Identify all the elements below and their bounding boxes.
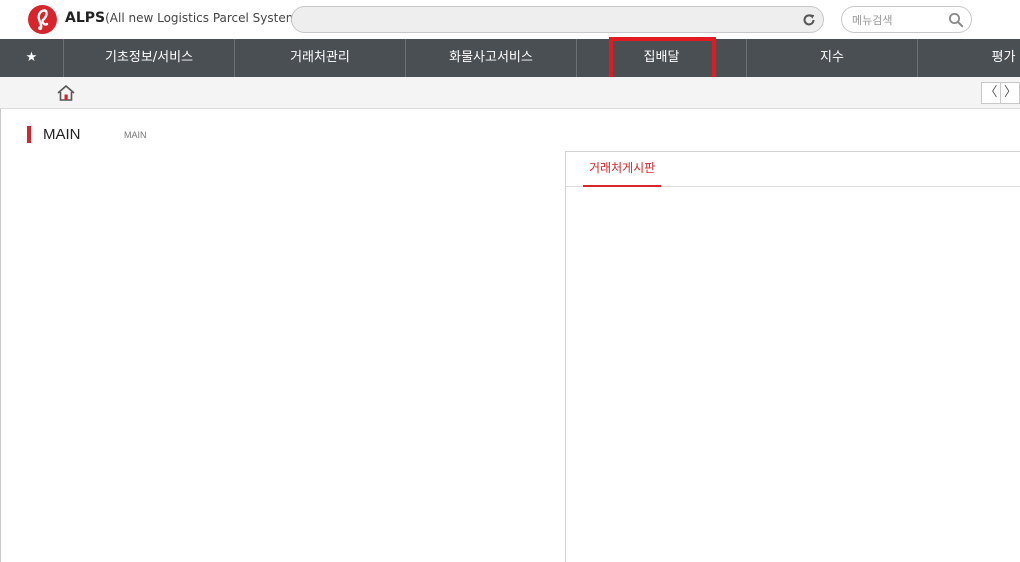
url-bar[interactable] bbox=[291, 6, 824, 33]
search-icon[interactable] bbox=[948, 12, 964, 28]
alps-logo-icon bbox=[28, 5, 57, 34]
next-tab-button[interactable]: 〉 bbox=[1001, 83, 1020, 103]
tab-pager: 〈 〉 bbox=[981, 82, 1020, 104]
refresh-icon[interactable] bbox=[801, 12, 817, 28]
brand-title: ALPS(All new Logistics Parcel System) bbox=[65, 10, 302, 26]
nav-favorites-star-icon[interactable]: ★ bbox=[0, 39, 64, 77]
nav-item-basic-info[interactable]: 기초정보/서비스 bbox=[64, 39, 235, 77]
brand-full: (All new Logistics Parcel System) bbox=[105, 11, 303, 25]
brand-short: ALPS bbox=[65, 10, 106, 26]
client-board-panel: 거래처게시판 bbox=[565, 151, 1020, 562]
menu-search[interactable] bbox=[841, 6, 972, 33]
main-nav: ★ 기초정보/서비스 거래처관리 화물사고서비스 집배달 지수 평가 bbox=[0, 39, 1020, 77]
sub-toolbar: 〈 〉 bbox=[0, 77, 1020, 109]
page-title: MAIN bbox=[43, 126, 81, 143]
nav-item-index[interactable]: 지수 bbox=[747, 39, 918, 77]
nav-item-evaluation[interactable]: 평가 bbox=[918, 39, 1020, 77]
title-marker bbox=[27, 126, 31, 143]
tab-client-board[interactable]: 거래처게시판 bbox=[583, 152, 662, 187]
prev-tab-button[interactable]: 〈 bbox=[982, 83, 1001, 103]
breadcrumb: MAIN bbox=[124, 130, 147, 140]
nav-item-pickup-delivery[interactable]: 집배달 bbox=[577, 39, 747, 77]
panel-tab-bar: 거래처게시판 bbox=[566, 152, 1020, 187]
home-icon[interactable] bbox=[56, 84, 76, 102]
nav-item-cargo-accident[interactable]: 화물사고서비스 bbox=[406, 39, 577, 77]
content-left-border bbox=[0, 109, 1, 562]
nav-item-client-management[interactable]: 거래처관리 bbox=[235, 39, 406, 77]
top-bar: ALPS(All new Logistics Parcel System) bbox=[0, 0, 1020, 39]
menu-search-input[interactable] bbox=[852, 11, 947, 29]
